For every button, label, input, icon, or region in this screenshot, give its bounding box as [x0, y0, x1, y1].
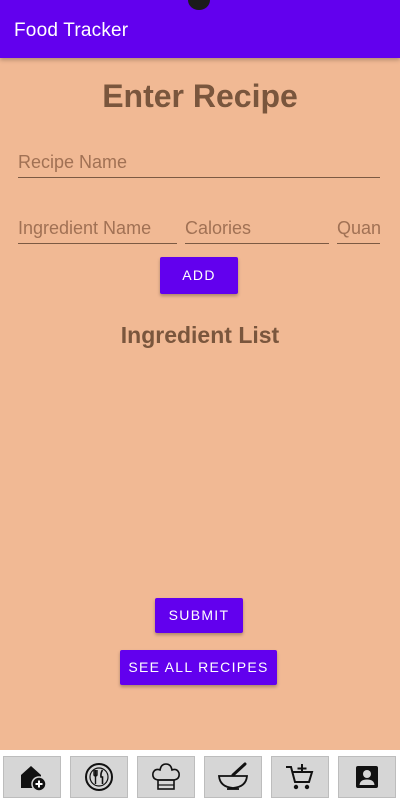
camera-notch — [188, 0, 210, 10]
bottom-nav — [0, 750, 406, 804]
screen: Food Tracker Enter Recipe Recipe Name In… — [0, 0, 406, 804]
ingredient-list-title: Ingredient List — [120, 322, 280, 348]
screen-edge — [400, 0, 406, 804]
ingredient-name-placeholder: Ingredient Name — [18, 218, 152, 238]
nav-ingredients[interactable] — [204, 756, 262, 798]
recipe-name-placeholder: Recipe Name — [18, 152, 128, 172]
see-all-recipes-button[interactable]: SEE ALL RECIPES — [120, 650, 277, 685]
nav-account[interactable] — [338, 756, 396, 798]
app-title: Food Tracker — [14, 20, 129, 41]
mortar-pestle-icon — [218, 762, 248, 790]
calories-placeholder: Calories — [185, 218, 252, 238]
add-to-cart-icon — [286, 764, 314, 790]
plate-utensils-icon — [85, 763, 113, 791]
calories-field[interactable]: Calories — [185, 218, 329, 244]
nav-meals[interactable] — [70, 756, 128, 798]
account-box-icon — [356, 766, 378, 788]
home-add-icon — [21, 766, 47, 792]
nav-cart[interactable] — [271, 756, 329, 798]
nav-chef[interactable] — [137, 756, 195, 798]
recipe-name-field[interactable]: Recipe Name — [18, 152, 380, 178]
quantity-placeholder: Quantity — [337, 218, 380, 238]
ingredient-list — [18, 360, 380, 580]
nav-home-add[interactable] — [3, 756, 61, 798]
chef-hat-icon — [152, 763, 180, 790]
page-title: Enter Recipe — [102, 78, 298, 114]
add-ingredient-button[interactable]: ADD — [160, 257, 238, 294]
submit-button[interactable]: SUBMIT — [155, 598, 243, 633]
quantity-field[interactable]: Quantity — [337, 218, 380, 244]
ingredient-name-field[interactable]: Ingredient Name — [18, 218, 177, 244]
app-bar: Food Tracker — [0, 0, 400, 58]
